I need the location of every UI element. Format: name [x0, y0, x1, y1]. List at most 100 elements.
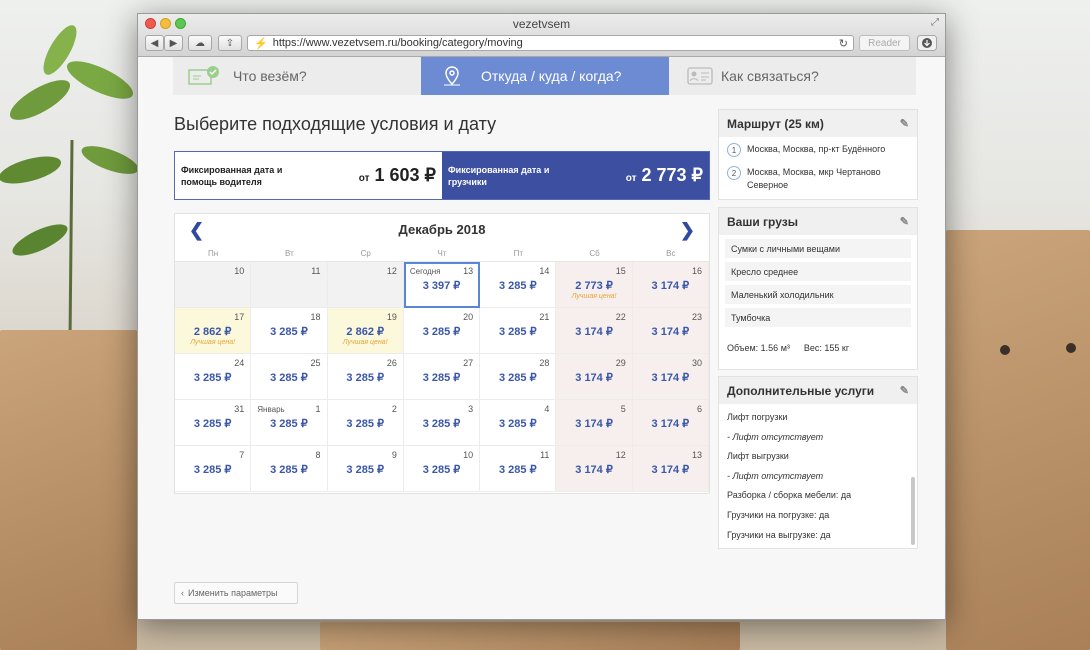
- day-price: 3 285 ₽: [422, 418, 461, 430]
- calendar-day: 11: [251, 262, 328, 308]
- tariff-movers[interactable]: Фиксированная дата и грузчики от 2 773 ₽: [442, 152, 709, 199]
- calendar-day[interactable]: 5 3 174 ₽: [556, 400, 633, 446]
- booking-steps: Что везём? Откуда / куда / когда?: [173, 57, 669, 95]
- calendar-day[interactable]: 2 3 285 ₽: [327, 400, 404, 446]
- best-price-badge: Лучшая цена!: [571, 293, 617, 300]
- back-button[interactable]: ◀: [145, 35, 164, 51]
- calendar-day[interactable]: 11 3 285 ₽: [480, 446, 557, 492]
- panel-header: Ваши грузы ✎: [719, 208, 917, 235]
- step-label: Что везём?: [233, 68, 307, 84]
- browser-titlebar: vezetvsem ⤢ ◀ ▶ ☁ ⇪ ⚡ https://www.vezetv…: [138, 14, 945, 57]
- truck-check-icon: [187, 65, 221, 87]
- day-price: 3 285 ₽: [270, 326, 308, 338]
- cargo-volume: Объем: 1.56 м³: [727, 343, 790, 353]
- calendar-day[interactable]: 22 3 174 ₽: [556, 308, 633, 354]
- calendar-day[interactable]: 7 3 285 ₽: [175, 446, 252, 492]
- calendar-day[interactable]: 30 3 174 ₽: [632, 354, 709, 400]
- calendar-day[interactable]: 4 3 285 ₽: [480, 400, 557, 446]
- calendar-day[interactable]: 27 3 285 ₽: [403, 354, 481, 400]
- chevron-right-icon[interactable]: ❯: [680, 220, 695, 241]
- day-number: 2: [391, 404, 397, 414]
- calendar-day[interactable]: 25 3 285 ₽: [251, 354, 328, 400]
- calendar-day[interactable]: 3 3 285 ₽: [403, 400, 481, 446]
- step-what[interactable]: Что везём?: [173, 57, 421, 95]
- calendar-day[interactable]: 13 Сегодня 3 397 ₽: [403, 262, 481, 308]
- route-point-number: 1: [727, 143, 741, 157]
- day-number: 27: [463, 358, 474, 368]
- cargo-panel: Ваши грузы ✎ Сумки с личными вещами Крес…: [718, 207, 918, 370]
- address-bar[interactable]: ⚡ https://www.vezetvsem.ru/booking/categ…: [247, 35, 854, 51]
- step-where-when[interactable]: Откуда / куда / когда?: [421, 57, 669, 95]
- calendar-day[interactable]: 20 3 285 ₽: [403, 308, 481, 354]
- day-number: 8: [315, 450, 321, 460]
- calendar-day[interactable]: 15 2 773 ₽ Лучшая цена!: [556, 262, 633, 308]
- day-price: 3 174 ₽: [575, 326, 613, 338]
- pencil-icon[interactable]: ✎: [900, 384, 909, 397]
- fullscreen-icon[interactable]: ⤢: [931, 17, 939, 28]
- day-number: 16: [691, 266, 702, 276]
- day-price: 3 285 ₽: [498, 464, 537, 476]
- day-number: 15: [615, 266, 626, 276]
- price-calendar: ❮ Декабрь 2018 ❯ Пн Вт Ср Чт Пт Сб Вс 10…: [174, 213, 710, 494]
- services-title: Дополнительные услуги: [727, 383, 875, 398]
- day-number: 31: [234, 404, 245, 414]
- weekday-label: Пт: [513, 249, 523, 258]
- calendar-day[interactable]: 8 3 285 ₽: [251, 446, 328, 492]
- day-number: 19: [386, 312, 397, 322]
- day-number: 3: [468, 404, 474, 414]
- share-icon[interactable]: ⇪: [218, 35, 242, 51]
- calendar-day[interactable]: 1 Январь 3 285 ₽: [251, 400, 328, 446]
- calendar-day[interactable]: 19 2 862 ₽ Лучшая цена!: [327, 308, 404, 354]
- day-number: 24: [234, 358, 245, 368]
- browser-window: vezetvsem ⤢ ◀ ▶ ☁ ⇪ ⚡ https://www.vezetv…: [137, 13, 946, 620]
- calendar-day[interactable]: 24 3 285 ₽: [175, 354, 252, 400]
- day-number: 25: [310, 358, 321, 368]
- calendar-day[interactable]: 28 3 285 ₽: [480, 354, 557, 400]
- day-price: 2 862 ₽: [193, 326, 232, 338]
- services-panel: Дополнительные услуги ✎ Лифт погрузки - …: [718, 376, 918, 549]
- download-icon[interactable]: [917, 35, 937, 51]
- tariff-price: 2 773 ₽: [641, 165, 704, 185]
- pencil-icon[interactable]: ✎: [900, 215, 909, 228]
- cloud-icon[interactable]: ☁: [188, 35, 212, 51]
- day-price: 3 174 ₽: [575, 418, 613, 430]
- calendar-day[interactable]: 18 3 285 ₽: [251, 308, 328, 354]
- calendar-day[interactable]: 13 3 174 ₽: [632, 446, 709, 492]
- calendar-day[interactable]: 31 3 285 ₽: [175, 400, 252, 446]
- day-number: 29: [615, 358, 626, 368]
- day-price: 3 285 ₽: [346, 464, 384, 476]
- tariff-driver-help[interactable]: Фиксированная дата и помощь водителя от …: [175, 152, 442, 199]
- calendar-day[interactable]: 16 3 174 ₽: [632, 262, 709, 308]
- chevron-left-icon[interactable]: ❮: [189, 220, 204, 241]
- tariff-price: 1 603 ₽: [374, 165, 437, 185]
- day-number: 5: [620, 404, 626, 414]
- chevron-left-icon: ‹: [181, 588, 184, 598]
- calendar-day[interactable]: 21 3 285 ₽: [480, 308, 557, 354]
- step-contact[interactable]: Как связаться?: [669, 57, 916, 95]
- calendar-day[interactable]: 26 3 285 ₽: [327, 354, 404, 400]
- calendar-day[interactable]: 23 3 174 ₽: [632, 308, 709, 354]
- change-params-button[interactable]: ‹ Изменить параметры: [174, 582, 298, 604]
- day-price: 3 285 ₽: [422, 326, 461, 338]
- calendar-day[interactable]: 6 3 174 ₽: [632, 400, 709, 446]
- pencil-icon[interactable]: ✎: [900, 117, 909, 130]
- forward-button[interactable]: ▶: [164, 35, 183, 51]
- day-number: 23: [691, 312, 702, 322]
- reader-button[interactable]: Reader: [859, 35, 910, 51]
- tariff-name: Фиксированная дата и грузчики: [448, 164, 550, 187]
- calendar-day[interactable]: 14 3 285 ₽: [480, 262, 557, 308]
- reload-icon[interactable]: ↻: [839, 37, 848, 50]
- day-number: 11: [311, 266, 321, 276]
- cargo-item: Кресло среднее: [725, 262, 911, 281]
- calendar-day[interactable]: 12 3 174 ₽: [556, 446, 633, 492]
- calendar-day[interactable]: 10 3 285 ₽: [403, 446, 481, 492]
- weekday-label: Пн: [208, 249, 219, 258]
- calendar-day[interactable]: 29 3 174 ₽: [556, 354, 633, 400]
- calendar-day[interactable]: 9 3 285 ₽: [327, 446, 404, 492]
- contact-card-icon: [683, 67, 717, 85]
- calendar-day[interactable]: 17 2 862 ₽ Лучшая цена!: [175, 308, 252, 354]
- panel-header: Маршрут (25 км) ✎: [719, 110, 917, 137]
- day-number: 10: [463, 450, 474, 460]
- services-scrollbar[interactable]: [911, 477, 915, 545]
- step-label: Как связаться?: [721, 68, 819, 84]
